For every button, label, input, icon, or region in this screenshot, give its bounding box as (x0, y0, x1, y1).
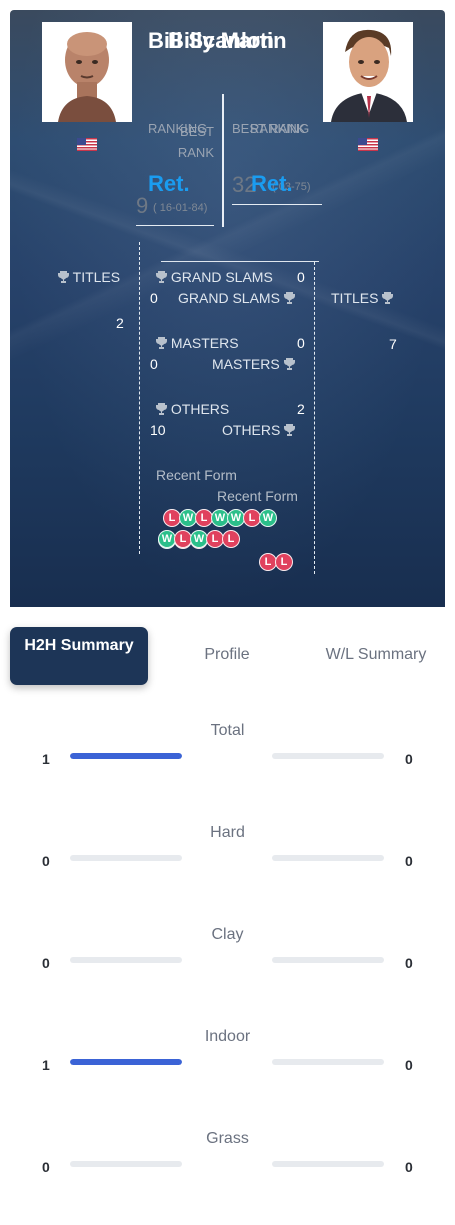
stat-right-bar (272, 855, 384, 861)
player2-recent-form: LWLWWLW (163, 509, 277, 527)
stats-right-border (314, 262, 315, 574)
player1-best-rank-value: 9 (136, 193, 149, 218)
player1-grand-slams-count: 0 (150, 290, 158, 306)
titles-label: TITLES (72, 269, 121, 285)
stat-left-bar (70, 753, 182, 759)
stat-left-bar (70, 1161, 182, 1167)
player2-name[interactable]: Billy Martin (168, 28, 287, 54)
form-loss-badge: L (222, 530, 240, 548)
stat-right-bar (272, 1161, 384, 1167)
trophy-icon (283, 358, 295, 370)
stat-right-value: 0 (405, 853, 413, 869)
form-loss-badge: L (275, 553, 293, 571)
player1-titles-count: 2 (116, 315, 124, 331)
player1-photo[interactable] (42, 22, 132, 122)
player2-others-count: 2 (297, 401, 305, 417)
stats-top-border (161, 261, 319, 262)
player1-best-rank-date: ( 16-01-84) (153, 202, 208, 214)
stat-label-grass: Grass (206, 1130, 249, 1147)
player2-photo[interactable] (323, 22, 413, 122)
player1-masters-count: 0 (150, 356, 158, 372)
player1-best-rank-label: BEST RANK (177, 124, 214, 160)
stat-left-value: 1 (42, 1057, 50, 1073)
tab-wl-summary[interactable]: W/L Summary (310, 646, 442, 664)
stat-label-hard: Hard (210, 824, 245, 841)
player2-recent-form-row2: WLWLL (158, 530, 240, 548)
trophy-icon (58, 271, 69, 283)
stat-right-value: 0 (405, 1057, 413, 1073)
player2-ranking-value: Ret. (251, 171, 293, 196)
center-divider (222, 94, 224, 227)
player1-ranking-value: Ret. (148, 171, 190, 196)
player2-rank-underline (232, 204, 322, 205)
tab-profile[interactable]: Profile (178, 646, 276, 664)
stat-right-value: 0 (405, 955, 413, 971)
player2-portrait-icon (323, 22, 413, 122)
tab-h2h-summary[interactable]: H2H Summary (10, 627, 148, 685)
player2-grand-slams-label: GRAND SLAMS (156, 269, 273, 285)
stat-left-value: 0 (42, 1159, 50, 1175)
player2-recent-form-label: Recent Form (156, 467, 237, 483)
stat-right-value: 0 (405, 1159, 413, 1175)
player1-titles-heading: TITLES (58, 269, 120, 285)
stat-left-value: 0 (42, 955, 50, 971)
stat-left-value: 1 (42, 751, 50, 767)
player2-titles-heading: TITLES (331, 290, 394, 306)
player2-masters-count: 0 (297, 335, 305, 351)
stat-left-bar-fill (70, 753, 182, 759)
stat-right-bar (272, 1059, 384, 1065)
player2-masters-label: MASTERS (156, 335, 239, 351)
player1-others-label: OTHERS (222, 422, 296, 438)
stat-left-bar-fill (70, 1059, 182, 1065)
trophy-icon (284, 424, 296, 436)
player2-ranking-label: RANKING (250, 121, 310, 136)
player1-recent-form-label: Recent Form (217, 488, 298, 504)
player1-us-flag-icon (77, 138, 97, 151)
grand-slams-text: GRAND SLAMS (178, 290, 280, 306)
player1-portrait-icon (42, 22, 132, 122)
titles-label: TITLES (331, 290, 379, 306)
trophy-icon (382, 292, 394, 304)
trophy-icon (156, 337, 167, 349)
trophy-icon (156, 271, 167, 283)
h2h-header: Bill Scanlon Billy Martin RANKING BEST R… (10, 10, 445, 607)
player2-grand-slams-count: 0 (297, 269, 305, 285)
stat-label-clay: Clay (211, 926, 244, 943)
stat-right-value: 0 (405, 751, 413, 767)
trophy-icon (283, 292, 295, 304)
stat-left-bar (70, 1059, 182, 1065)
stat-right-bar (272, 957, 384, 963)
others-text: OTHERS (222, 422, 281, 438)
player2-us-flag-icon (358, 138, 378, 151)
player2-recent-form-row3: LL (259, 553, 293, 571)
player1-masters-label: MASTERS (212, 356, 295, 372)
stat-left-bar (70, 957, 182, 963)
player1-grand-slams-label: GRAND SLAMS (178, 290, 295, 306)
player2-others-label: OTHERS (156, 401, 229, 417)
stats-left-border (139, 242, 140, 554)
trophy-icon (156, 403, 167, 415)
stat-left-bar (70, 855, 182, 861)
player2-titles-count: 7 (389, 336, 397, 352)
form-win-badge: W (259, 509, 277, 527)
grand-slams-text: GRAND SLAMS (170, 269, 273, 285)
stat-label-total: Total (210, 722, 245, 739)
player1-others-count: 10 (150, 422, 166, 438)
stat-right-bar (272, 753, 384, 759)
stat-left-value: 0 (42, 853, 50, 869)
player1-rank-underline (136, 225, 214, 226)
others-text: OTHERS (170, 401, 230, 417)
masters-text: MASTERS (170, 335, 239, 351)
stat-label-indoor: Indoor (204, 1028, 251, 1045)
masters-text: MASTERS (212, 356, 280, 372)
